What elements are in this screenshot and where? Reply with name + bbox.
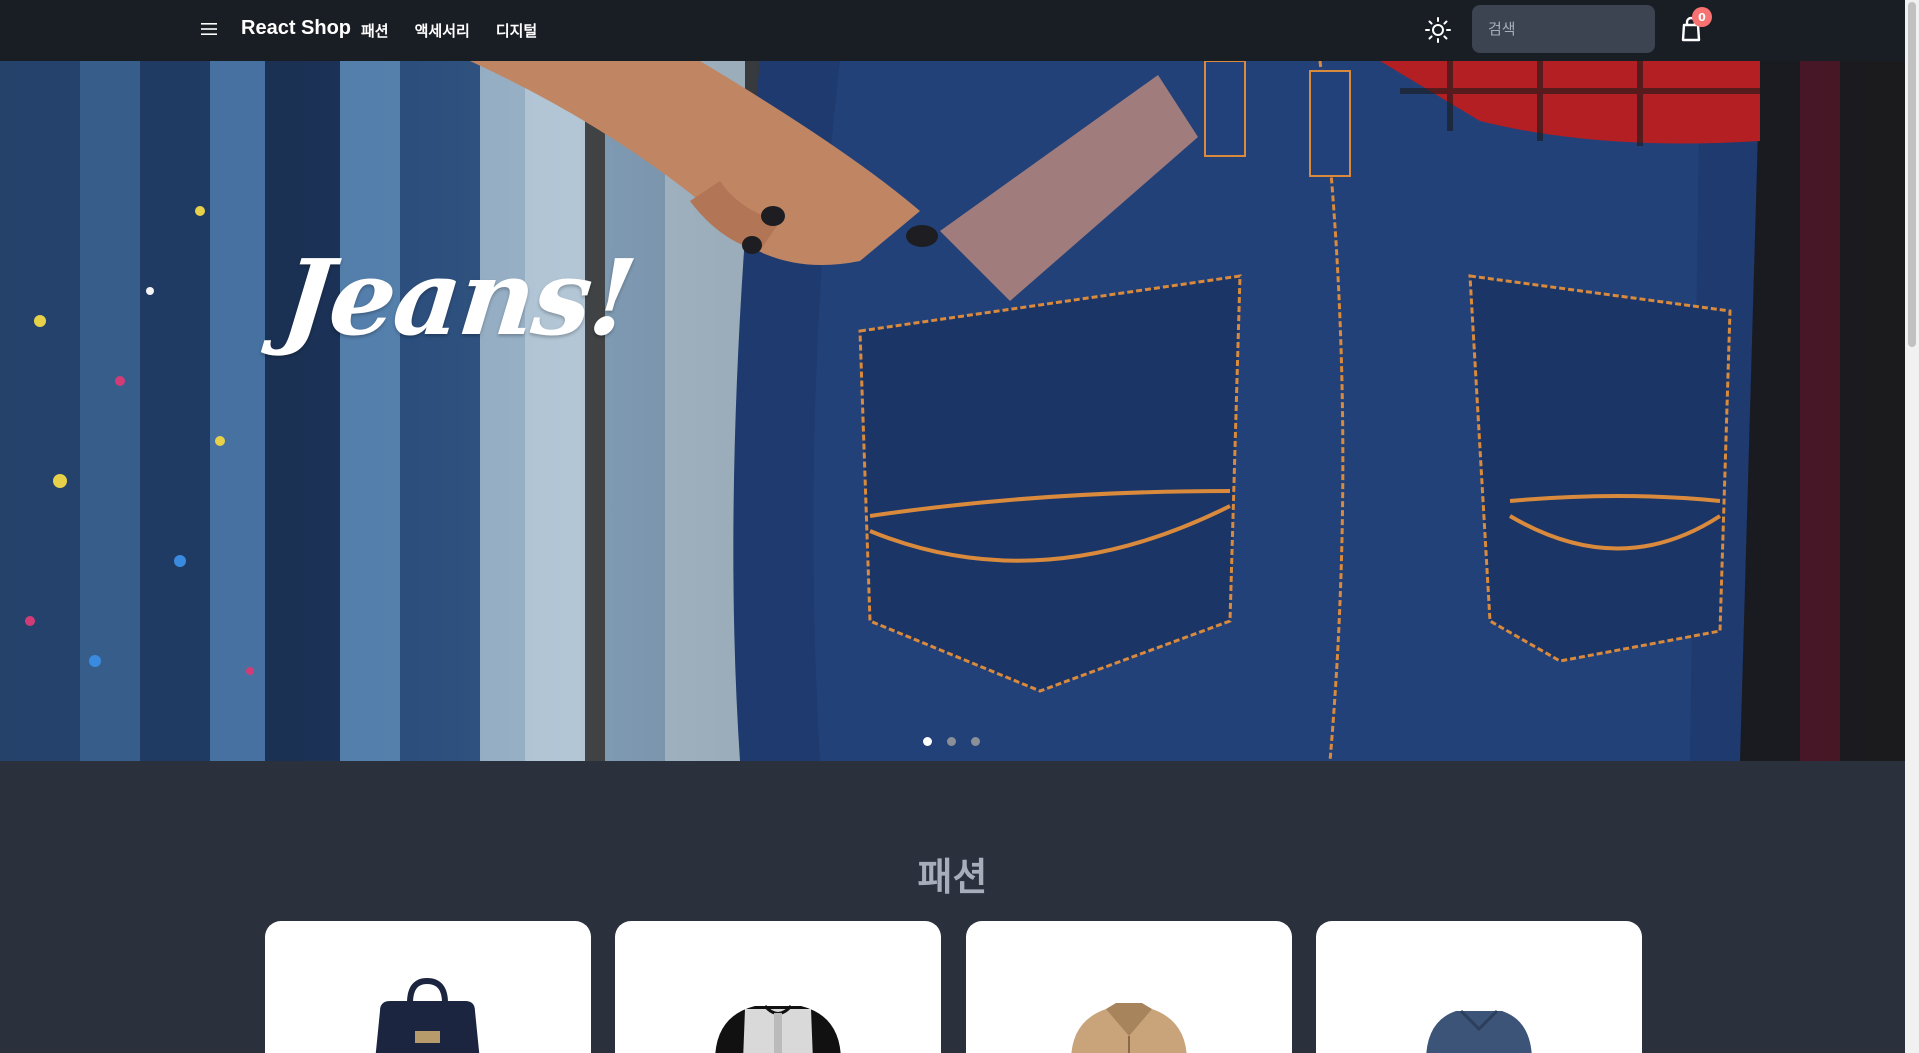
nav-link-accessories[interactable]: 액세서리 — [415, 20, 470, 41]
nav-link-fashion[interactable]: 패션 — [361, 20, 389, 41]
carousel-dot-1[interactable] — [923, 737, 932, 746]
nav-links: 패션 액세서리 디지털 — [361, 20, 563, 41]
scrollbar-thumb[interactable] — [1908, 2, 1916, 347]
hamburger-menu-icon[interactable] — [196, 16, 222, 42]
carousel-dot-3[interactable] — [971, 737, 980, 746]
sweater-product-image — [1426, 1009, 1532, 1053]
product-card[interactable] — [966, 921, 1292, 1053]
brand-logo-link[interactable]: React Shop — [241, 17, 351, 40]
section-title-fashion: 패션 — [917, 855, 988, 899]
product-card[interactable] — [265, 921, 591, 1053]
bag-product-image — [375, 977, 480, 1053]
search-input[interactable] — [1472, 5, 1655, 53]
product-card[interactable] — [615, 921, 941, 1053]
carousel-dot-2[interactable] — [947, 737, 956, 746]
navbar: React Shop 패션 액세서리 디지털 0 — [0, 0, 1905, 61]
hero-carousel[interactable]: Jeans! — [0, 61, 1905, 761]
hero-title: Jeans! — [276, 236, 641, 359]
carousel-indicators — [923, 737, 980, 746]
nav-link-digital[interactable]: 디지털 — [496, 20, 537, 41]
sun-icon[interactable] — [1424, 16, 1452, 44]
jacket-product-image — [1071, 1003, 1187, 1053]
cart-count-badge: 0 — [1692, 7, 1712, 27]
product-card[interactable] — [1316, 921, 1642, 1053]
hero-banner-image — [0, 61, 1905, 761]
henley-shirt-product-image — [715, 1004, 841, 1053]
